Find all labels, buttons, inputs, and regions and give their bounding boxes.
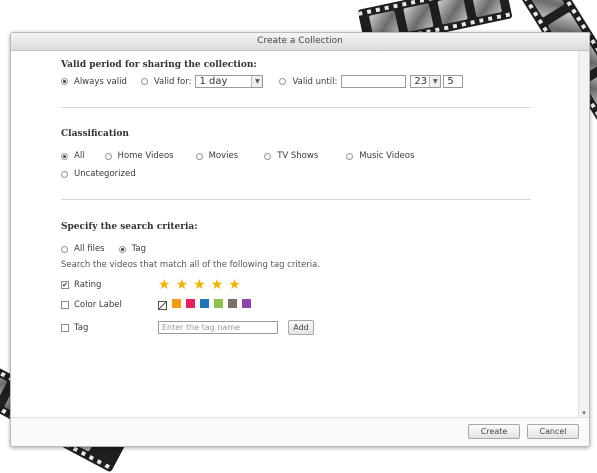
tag-name-input[interactable]: Enter the tag name: [158, 321, 278, 334]
dialog-footer: Create Cancel: [11, 417, 589, 446]
radio-class-music-videos[interactable]: Music Videos: [346, 151, 414, 161]
dialog-title: Create a Collection: [11, 33, 589, 51]
chevron-down-icon[interactable]: ▼: [251, 76, 263, 87]
radio-indicator[interactable]: [264, 152, 272, 160]
tag-row: Tag Enter the tag name Add: [61, 320, 314, 335]
star-icon[interactable]: ★: [211, 277, 224, 293]
star-icon[interactable]: ★: [158, 277, 171, 293]
color-swatch[interactable]: [200, 299, 209, 308]
scrollbar[interactable]: ▾: [578, 51, 589, 418]
star-icon[interactable]: ★: [176, 277, 189, 293]
color-swatch[interactable]: [242, 299, 251, 308]
radio-label: All files: [74, 244, 105, 254]
radio-indicator[interactable]: [61, 245, 68, 253]
radio-indicator[interactable]: [61, 170, 68, 178]
radio-label: Valid until:: [292, 76, 338, 87]
search-criteria-heading: Specify the search criteria:: [61, 222, 198, 232]
color-swatch[interactable]: [172, 299, 181, 308]
valid-period-options: Always valid Valid for: 1 day ▼ Valid un…: [61, 75, 464, 88]
classification-heading: Classification: [61, 129, 129, 139]
checkbox-indicator[interactable]: [61, 301, 69, 309]
radio-label: TV Shows: [277, 151, 319, 161]
tag-checkbox[interactable]: Tag: [61, 323, 158, 333]
no-color-swatch[interactable]: [158, 300, 167, 310]
color-swatch[interactable]: [186, 299, 195, 308]
radio-label: All: [74, 151, 85, 161]
radio-indicator[interactable]: [279, 78, 287, 85]
section-divider: [61, 107, 531, 108]
radio-label: Tag: [131, 244, 147, 254]
radio-label: Uncategorized: [74, 169, 136, 179]
classification-options: All Home Videos Movies TV Shows Music Vi…: [61, 151, 414, 161]
radio-all-files[interactable]: All files: [61, 244, 105, 254]
minute-select[interactable]: 5: [443, 75, 464, 88]
select-value: 5: [447, 76, 454, 87]
radio-class-movies[interactable]: Movies: [195, 151, 239, 161]
checkbox-indicator[interactable]: [61, 323, 69, 332]
chevron-down-icon[interactable]: ▼: [429, 76, 441, 87]
radio-indicator[interactable]: [118, 245, 126, 253]
radio-class-home-videos[interactable]: Home Videos: [104, 151, 174, 161]
valid-period-heading: Valid period for sharing the collection:: [61, 60, 257, 70]
radio-label: Always valid: [74, 76, 127, 87]
hour-select[interactable]: 23 ▼: [410, 75, 442, 88]
radio-label: Music Videos: [359, 151, 415, 161]
color-swatches: [172, 299, 256, 311]
checkbox-indicator[interactable]: ✔: [61, 281, 69, 289]
add-tag-button[interactable]: Add: [288, 320, 314, 335]
radio-label: Home Videos: [117, 151, 174, 161]
radio-label: Movies: [208, 151, 239, 161]
valid-until-date-field[interactable]: [341, 75, 407, 88]
radio-indicator[interactable]: [61, 78, 68, 85]
checkbox-label: Tag: [74, 322, 89, 333]
section-divider: [61, 199, 531, 200]
select-value: 23: [414, 76, 428, 87]
star-icon[interactable]: ★: [228, 277, 241, 293]
checkbox-label: Rating: [74, 280, 102, 290]
radio-indicator[interactable]: [61, 152, 68, 160]
radio-indicator[interactable]: [140, 78, 148, 85]
select-value: 1 day: [199, 76, 228, 87]
radio-label: Valid for:: [153, 76, 192, 87]
color-swatch[interactable]: [214, 299, 223, 308]
rating-row: ✔ Rating ★ ★ ★ ★ ★: [61, 278, 246, 292]
radio-class-all[interactable]: All: [61, 151, 85, 161]
search-scope-options: All files Tag: [61, 244, 146, 254]
radio-class-uncategorized[interactable]: Uncategorized: [61, 169, 136, 179]
color-label-row: Color Label: [61, 299, 256, 311]
radio-tag[interactable]: Tag: [118, 244, 147, 254]
search-description: Search the videos that match all of the …: [61, 260, 321, 270]
radio-indicator[interactable]: [104, 152, 112, 160]
checkbox-label: Color Label: [74, 300, 122, 310]
color-label-checkbox[interactable]: Color Label: [61, 300, 158, 310]
color-swatch[interactable]: [228, 299, 237, 308]
create-collection-dialog: Create a Collection Valid period for sha…: [10, 32, 590, 447]
radio-class-tv-shows[interactable]: TV Shows: [264, 151, 318, 161]
valid-for-select[interactable]: 1 day ▼: [195, 75, 264, 88]
classification-options-row2: Uncategorized: [61, 169, 136, 179]
dialog-body: Valid period for sharing the collection:…: [11, 51, 578, 418]
star-rating[interactable]: ★ ★ ★ ★ ★: [158, 278, 246, 292]
create-button[interactable]: Create: [468, 424, 520, 439]
rating-checkbox[interactable]: ✔ Rating: [61, 280, 158, 290]
radio-indicator[interactable]: [195, 152, 203, 160]
cancel-button[interactable]: Cancel: [527, 424, 579, 439]
radio-always-valid[interactable]: Always valid: [61, 77, 127, 87]
radio-indicator[interactable]: [346, 152, 354, 160]
star-icon[interactable]: ★: [193, 277, 206, 293]
radio-valid-until[interactable]: Valid until:: [279, 77, 337, 87]
radio-valid-for[interactable]: Valid for:: [140, 76, 192, 87]
